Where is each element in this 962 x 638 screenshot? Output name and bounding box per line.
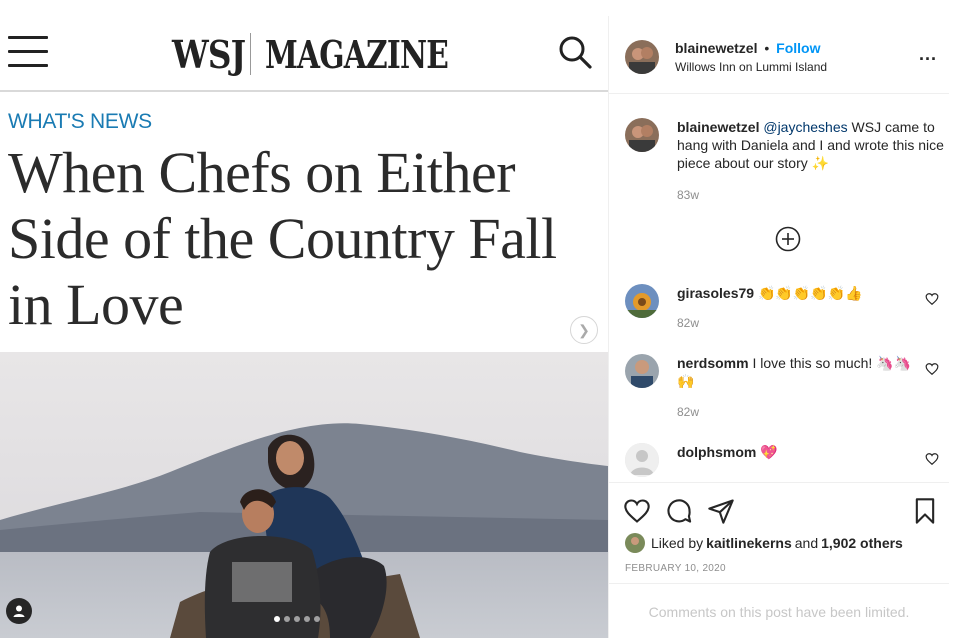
- heart-icon[interactable]: [925, 452, 939, 466]
- post-location[interactable]: Willows Inn on Lummi Island: [675, 60, 827, 74]
- likes-summary: Liked by kaitlinekerns and 1,902 others: [625, 533, 903, 553]
- carousel-indicator: [274, 616, 320, 622]
- search-icon: [559, 36, 592, 69]
- carousel-dot: [294, 616, 300, 622]
- liker-avatar[interactable]: [625, 533, 645, 553]
- follow-button[interactable]: Follow: [776, 40, 820, 56]
- comment-username[interactable]: dolphsmom: [677, 444, 756, 460]
- caption-mention[interactable]: @jaycheshes: [763, 119, 847, 135]
- carousel-dot: [284, 616, 290, 622]
- comment-username[interactable]: nerdsomm: [677, 355, 749, 371]
- avatar[interactable]: [625, 40, 659, 74]
- avatar[interactable]: [625, 284, 659, 318]
- carousel-dot: [274, 616, 280, 622]
- logo-magazine: MAGAZINE: [265, 31, 449, 77]
- caption-username[interactable]: blainewetzel: [677, 119, 759, 135]
- wsj-magazine-logo: WSJ MAGAZINE: [172, 31, 500, 77]
- comment: girasoles79 👏👏👏👏👏👍: [677, 284, 913, 302]
- post-panel: blainewetzel • Follow Willows Inn on Lum…: [608, 16, 949, 638]
- comment-text: 💖: [756, 444, 778, 460]
- share-icon[interactable]: [707, 497, 735, 525]
- logo-wsj: WSJ: [172, 31, 246, 77]
- heart-icon[interactable]: [623, 497, 651, 525]
- comment-time[interactable]: 82w: [677, 316, 699, 330]
- comments-limited-notice: Comments on this post have been limited.: [609, 583, 949, 620]
- comment: nerdsomm I love this so much! 🦄🦄🙌: [677, 354, 913, 390]
- avatar[interactable]: [625, 354, 659, 388]
- comment-username[interactable]: girasoles79: [677, 285, 754, 301]
- carousel-dot: [314, 616, 320, 622]
- heart-icon[interactable]: [925, 362, 939, 376]
- menu-icon: [8, 36, 48, 68]
- chevron-right-icon[interactable]: ❯: [570, 316, 598, 344]
- liked-by-others[interactable]: 1,902 others: [821, 535, 903, 551]
- heart-icon[interactable]: [925, 292, 939, 306]
- add-comment-icon[interactable]: [775, 226, 801, 252]
- liked-by-prefix: Liked by: [651, 535, 704, 551]
- comment-icon[interactable]: [665, 497, 693, 525]
- post-author-username[interactable]: blainewetzel: [675, 40, 757, 56]
- liked-by-and: and: [794, 535, 819, 551]
- bookmark-icon[interactable]: [911, 497, 939, 525]
- post-media[interactable]: WSJ MAGAZINE WHAT'S NEWS When Chefs on E…: [0, 0, 608, 638]
- article-headline: When Chefs on Either Side of the Country…: [8, 140, 557, 337]
- avatar[interactable]: [625, 118, 659, 152]
- instagram-post-view: WSJ MAGAZINE WHAT'S NEWS When Chefs on E…: [0, 0, 962, 638]
- post-caption: blainewetzel @jaycheshes WSJ came to han…: [677, 118, 945, 172]
- caption-time[interactable]: 83w: [677, 188, 699, 202]
- avatar[interactable]: [625, 443, 659, 477]
- tag-user-icon[interactable]: [6, 598, 32, 624]
- post-date[interactable]: FEBRUARY 10, 2020: [625, 563, 726, 574]
- comment-text: 👏👏👏👏👏👍: [754, 285, 863, 301]
- logo-divider: [250, 33, 251, 75]
- post-author-line: blainewetzel • Follow: [675, 40, 820, 56]
- post-header: blainewetzel • Follow Willows Inn on Lum…: [609, 16, 949, 94]
- liked-by-user[interactable]: kaitlinekerns: [706, 535, 792, 551]
- wsj-header: WSJ MAGAZINE: [0, 16, 608, 92]
- post-actions: Liked by kaitlinekerns and 1,902 others …: [609, 482, 949, 638]
- post-photo: [0, 352, 608, 638]
- article-kicker: WHAT'S NEWS: [8, 110, 152, 133]
- comment-time[interactable]: 82w: [677, 405, 699, 419]
- separator-dot: •: [764, 40, 770, 56]
- carousel-dot: [304, 616, 310, 622]
- comment: dolphsmom 💖: [677, 443, 913, 461]
- more-icon[interactable]: ...: [919, 44, 937, 65]
